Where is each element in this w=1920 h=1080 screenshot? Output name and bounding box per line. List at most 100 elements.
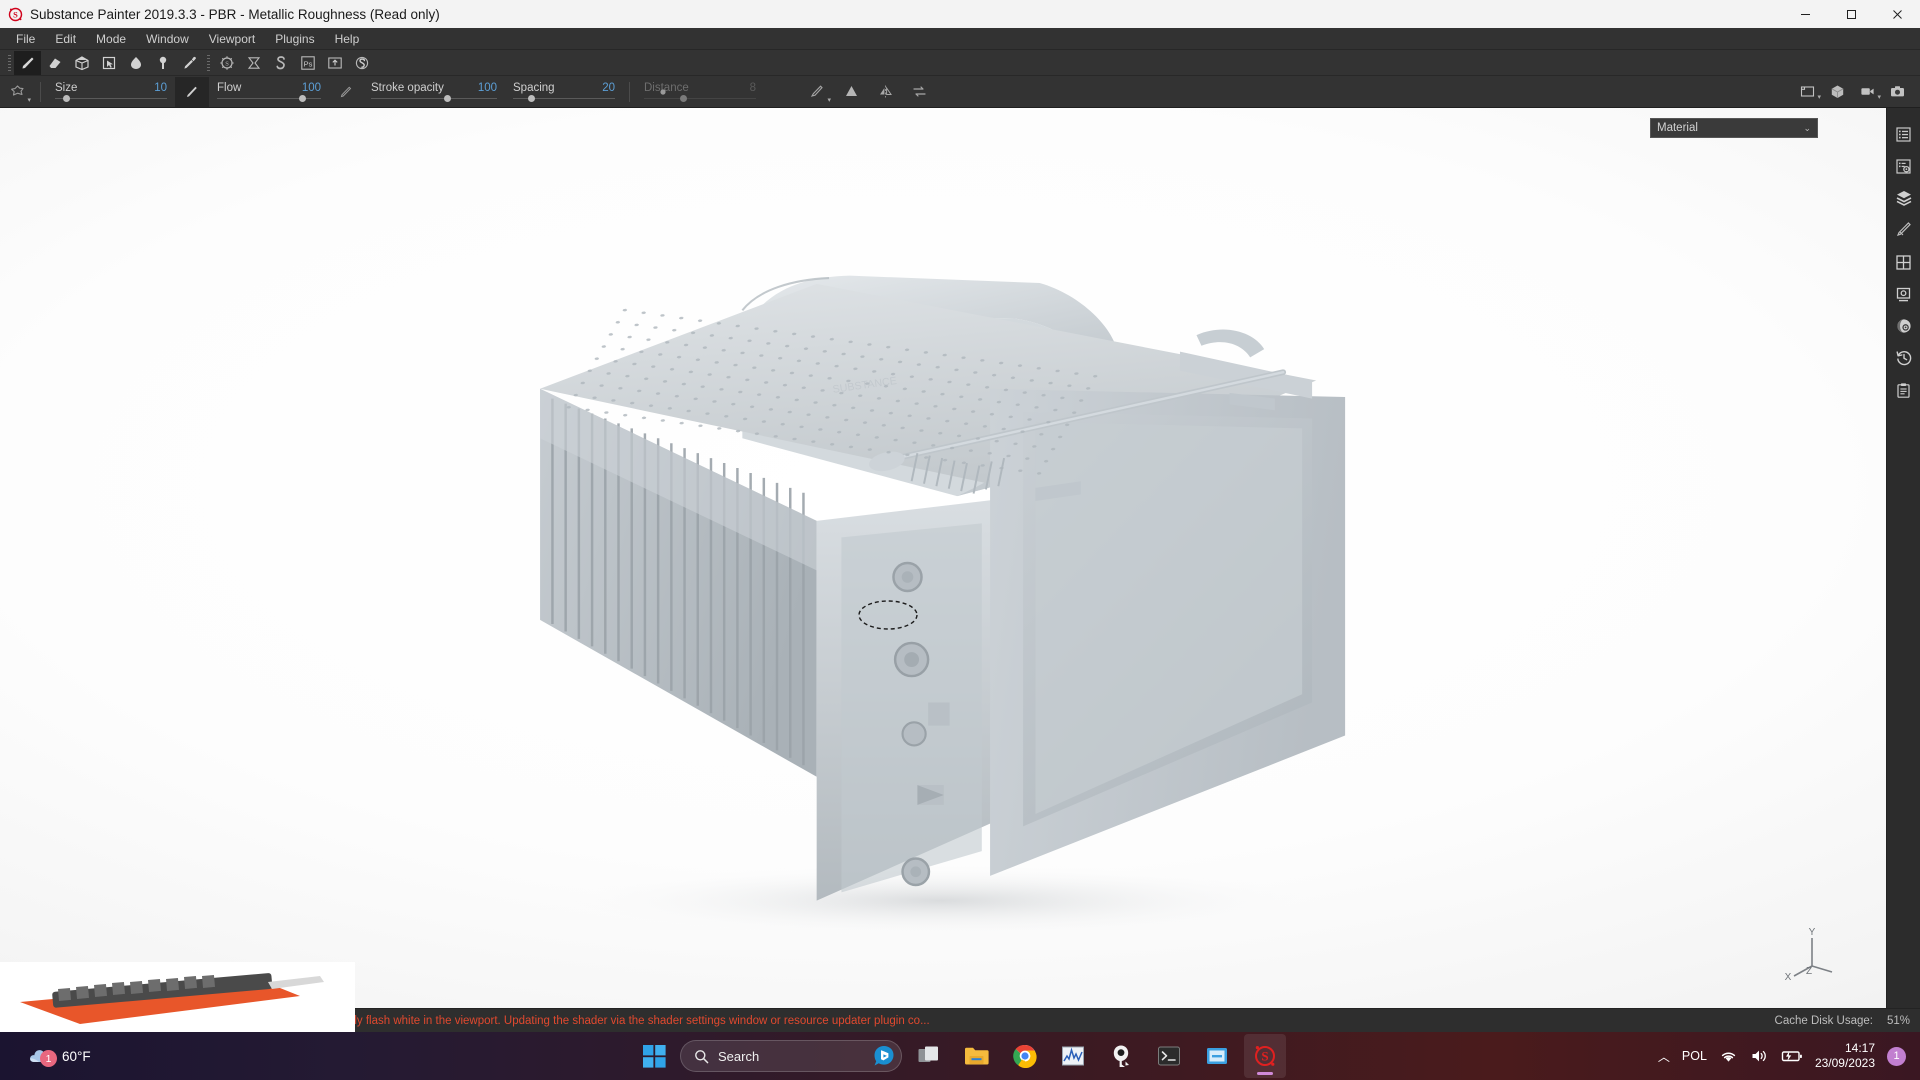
viewport-display-mode[interactable] xyxy=(1822,80,1852,104)
maximize-button[interactable] xyxy=(1828,0,1874,28)
symmetry-swap[interactable] xyxy=(902,77,936,107)
param-spacing-value: 20 xyxy=(602,81,615,94)
substance-source-button[interactable] xyxy=(267,51,294,75)
axis-y-label: Y xyxy=(1809,927,1816,938)
layers-panel[interactable] xyxy=(1889,182,1919,214)
export-textures-button[interactable] xyxy=(321,51,348,75)
material-dropdown[interactable]: Material ⌄ xyxy=(1650,118,1818,138)
performance-monitor-button[interactable] xyxy=(1052,1034,1094,1078)
tray-clock[interactable]: 14:17 23/09/2023 xyxy=(1815,1041,1875,1071)
weather-notification-badge[interactable]: 1 xyxy=(40,1050,57,1067)
menu-file[interactable]: File xyxy=(6,28,45,50)
smudge-icon xyxy=(130,56,141,69)
eyedropper-icon xyxy=(183,56,196,69)
weather-temperature: 60°F xyxy=(62,1048,91,1064)
symmetry-toggle[interactable]: ▾ xyxy=(800,77,834,107)
menu-plugins[interactable]: Plugins xyxy=(265,28,324,50)
toolbar-grip[interactable] xyxy=(4,52,14,74)
menu-viewport[interactable]: Viewport xyxy=(199,28,265,50)
tray-overflow-button[interactable]: ︿ xyxy=(1658,1048,1670,1065)
minimize-button[interactable] xyxy=(1782,0,1828,28)
properties-brush-panel[interactable] xyxy=(1889,214,1919,246)
brush-icon xyxy=(22,57,33,68)
file-explorer-button[interactable] xyxy=(956,1034,998,1078)
app-button-teardown[interactable] xyxy=(1100,1034,1142,1078)
slider-knob[interactable] xyxy=(443,94,451,102)
param-flow-slider[interactable] xyxy=(217,94,321,102)
taskbar-search-box[interactable]: Search xyxy=(680,1040,902,1072)
material-dropdown-value: Material xyxy=(1657,122,1698,134)
taskbar-weather-widget[interactable]: 1 60°F xyxy=(0,1044,360,1068)
history-panel[interactable] xyxy=(1889,342,1919,374)
param-spacing[interactable]: Spacing 20 xyxy=(505,76,623,108)
task-view-icon xyxy=(918,1046,938,1062)
task-view-button[interactable] xyxy=(908,1034,950,1078)
viewport-camera-settings[interactable]: ▾ xyxy=(1792,80,1822,104)
battery-charging-icon[interactable] xyxy=(1781,1048,1803,1064)
tray-language-indicator[interactable]: POL xyxy=(1682,1049,1707,1063)
3d-viewport[interactable]: SUBSTANCE Material ⌄ Y X Z xyxy=(0,108,1886,1008)
smart-material-button[interactable] xyxy=(348,51,375,75)
param-divider-2 xyxy=(629,81,630,102)
symmetry-mirror[interactable] xyxy=(868,77,902,107)
google-chrome-button[interactable] xyxy=(1004,1034,1046,1078)
shader-settings-panel[interactable] xyxy=(1889,310,1919,342)
material-picker-tool[interactable] xyxy=(176,51,203,75)
param-size[interactable]: Size 10 xyxy=(47,76,175,108)
param-stroke-opacity[interactable]: Stroke opacity 100 xyxy=(363,76,505,108)
substance-painter-button[interactable]: S xyxy=(1244,1034,1286,1078)
projection-tool[interactable] xyxy=(68,51,95,75)
toolbar-grip-2[interactable] xyxy=(203,52,213,74)
menu-edit[interactable]: Edit xyxy=(45,28,86,50)
slider-knob[interactable] xyxy=(63,94,71,102)
windows-start-button[interactable] xyxy=(634,1036,674,1076)
menu-bar: File Edit Mode Window Viewport Plugins H… xyxy=(0,28,1920,50)
projection-cube-icon xyxy=(74,55,89,70)
param-spacing-slider[interactable] xyxy=(513,94,615,102)
chevron-down-icon: ▾ xyxy=(827,96,831,104)
display-settings-panel[interactable] xyxy=(1889,278,1919,310)
shelf-panel[interactable] xyxy=(1889,246,1919,278)
texture-set-settings-panel[interactable] xyxy=(1889,150,1919,182)
texture-set-list-panel[interactable] xyxy=(1889,118,1919,150)
list-icon xyxy=(1896,126,1911,142)
render-iray-button[interactable] xyxy=(240,51,267,75)
terminal-button[interactable] xyxy=(1148,1034,1190,1078)
clone-tool[interactable] xyxy=(149,51,176,75)
brush-preset-icon[interactable]: ▾ xyxy=(0,77,34,107)
paint-brush-tool[interactable] xyxy=(14,50,41,75)
eraser-tool[interactable] xyxy=(41,51,68,75)
polygon-fill-tool[interactable] xyxy=(95,51,122,75)
menu-window[interactable]: Window xyxy=(136,28,199,50)
windows-start-icon xyxy=(642,1044,666,1068)
symmetry-plane[interactable] xyxy=(834,77,868,107)
param-size-slider[interactable] xyxy=(55,94,167,102)
substance-painter-icon: S xyxy=(1255,1046,1275,1066)
log-panel[interactable] xyxy=(1889,374,1919,406)
menu-help[interactable]: Help xyxy=(325,28,370,50)
send-to-photoshop-button[interactable]: Ps xyxy=(294,51,321,75)
wifi-icon[interactable] xyxy=(1719,1048,1738,1064)
param-size-value: 10 xyxy=(154,81,167,94)
notification-badge[interactable]: 1 xyxy=(1887,1046,1906,1066)
slider-knob[interactable] xyxy=(299,94,307,102)
viewport-camera-mode[interactable]: ▾ xyxy=(1852,80,1882,104)
viewport-screenshot[interactable] xyxy=(1882,80,1912,104)
param-stroke-opacity-slider[interactable] xyxy=(371,94,497,102)
window-app-button[interactable] xyxy=(1196,1034,1238,1078)
search-input[interactable]: Search xyxy=(718,1049,864,1064)
param-stroke-opacity-value: 100 xyxy=(477,81,497,94)
slider-knob[interactable] xyxy=(528,94,536,102)
alpha-stamp-icon[interactable] xyxy=(175,76,209,107)
smudge-tool[interactable] xyxy=(122,51,149,75)
substance-source-icon xyxy=(275,55,285,69)
menu-mode[interactable]: Mode xyxy=(86,28,136,50)
flow-pressure-icon[interactable] xyxy=(329,77,363,107)
bake-mesh-maps-button[interactable]: S xyxy=(213,51,240,75)
chevron-down-icon: ▾ xyxy=(1877,93,1881,101)
close-button[interactable] xyxy=(1874,0,1920,28)
polygon-fill-icon xyxy=(102,56,115,69)
param-flow[interactable]: Flow 100 xyxy=(209,76,329,108)
video-camera-icon xyxy=(1860,88,1874,95)
speaker-icon[interactable] xyxy=(1750,1048,1769,1064)
